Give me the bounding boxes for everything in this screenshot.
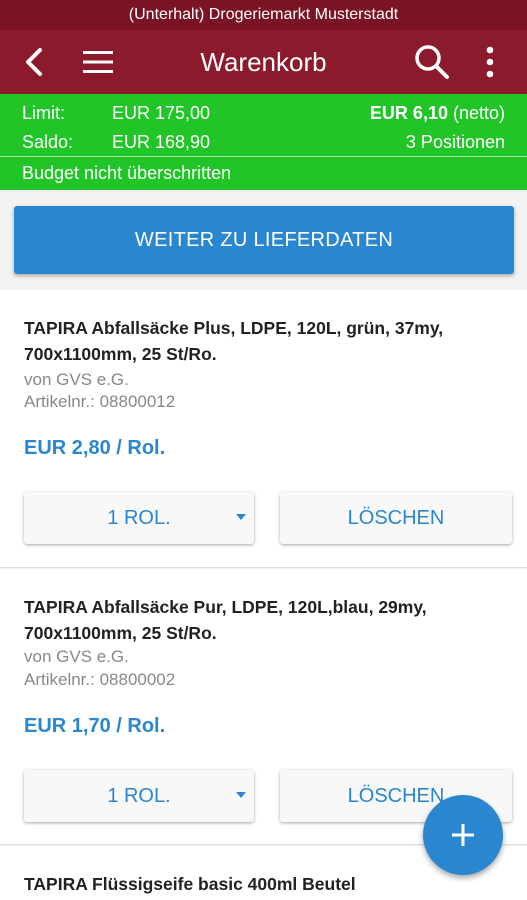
item-name-line2: 700x1100mm, 25 St/Ro. [24, 623, 217, 643]
item-name-line1: TAPIRA Abfallsäcke Plus, LDPE, 120L, grü… [24, 318, 444, 338]
saldo-label: Saldo: [22, 132, 74, 152]
item-price: EUR 1,70 / Rol. [24, 715, 166, 737]
menu-button[interactable] [74, 30, 122, 94]
search-icon [415, 45, 449, 79]
item-divider [0, 567, 527, 568]
back-arrow-icon [26, 48, 42, 76]
menu-icon [83, 51, 113, 73]
budget-status: Budget nicht überschritten [22, 163, 232, 183]
item-supplier: von GVS e.G. [24, 647, 129, 666]
caret-down-icon [236, 514, 246, 520]
caret-down-icon [236, 792, 246, 798]
app-bar: Warenkorb [0, 30, 527, 94]
item-name-line2: 700x1100mm, 25 St/Ro. [24, 344, 217, 364]
more-options-button[interactable] [466, 30, 514, 94]
search-button[interactable] [408, 30, 456, 94]
quantity-value: 1 ROL. [107, 507, 171, 529]
item-name-line1: TAPIRA Flüssigseife basic 400ml Beutel [24, 874, 356, 894]
budget-divider [0, 156, 527, 157]
item-article-number: Artikelnr.: 08800012 [24, 392, 176, 411]
quantity-value: 1 ROL. [107, 785, 171, 807]
item-article-number: Artikelnr.: 08800002 [24, 670, 176, 689]
plus-icon [452, 824, 474, 846]
quantity-dropdown[interactable]: 1 ROL. [24, 492, 254, 544]
positions-count: 3 Positionen [405, 132, 505, 152]
delete-button[interactable]: LÖSCHEN [280, 492, 512, 544]
limit-label: Limit: [22, 103, 66, 123]
cart-total: EUR 6,10 (netto) [370, 98, 505, 128]
more-vert-icon [486, 46, 494, 78]
system-status-bar: (Unterhalt) Drogeriemarkt Musterstadt [0, 0, 527, 30]
saldo-value: EUR 168,90 [112, 132, 211, 152]
back-button[interactable] [10, 30, 58, 94]
cart-total-value: EUR 6,10 [369, 103, 448, 123]
item-name-line1: TAPIRA Abfallsäcke Pur, LDPE, 120L,blau,… [24, 597, 427, 617]
quantity-dropdown[interactable]: 1 ROL. [24, 770, 254, 822]
limit-value: EUR 175,00 [112, 103, 211, 123]
continue-to-delivery-button[interactable]: WEITER ZU LIEFERDATEN [14, 206, 514, 274]
item-supplier: von GVS e.G. [24, 370, 129, 389]
budget-panel: Limit: EUR 175,00 EUR 6,10 (netto) Saldo… [0, 94, 527, 190]
item-price: EUR 2,80 / Rol. [24, 437, 166, 459]
cart-item: TAPIRA Abfallsäcke Plus, LDPE, 120L, grü… [0, 290, 527, 568]
cart-total-suffix: (netto) [447, 103, 505, 123]
add-item-fab[interactable] [423, 795, 503, 875]
